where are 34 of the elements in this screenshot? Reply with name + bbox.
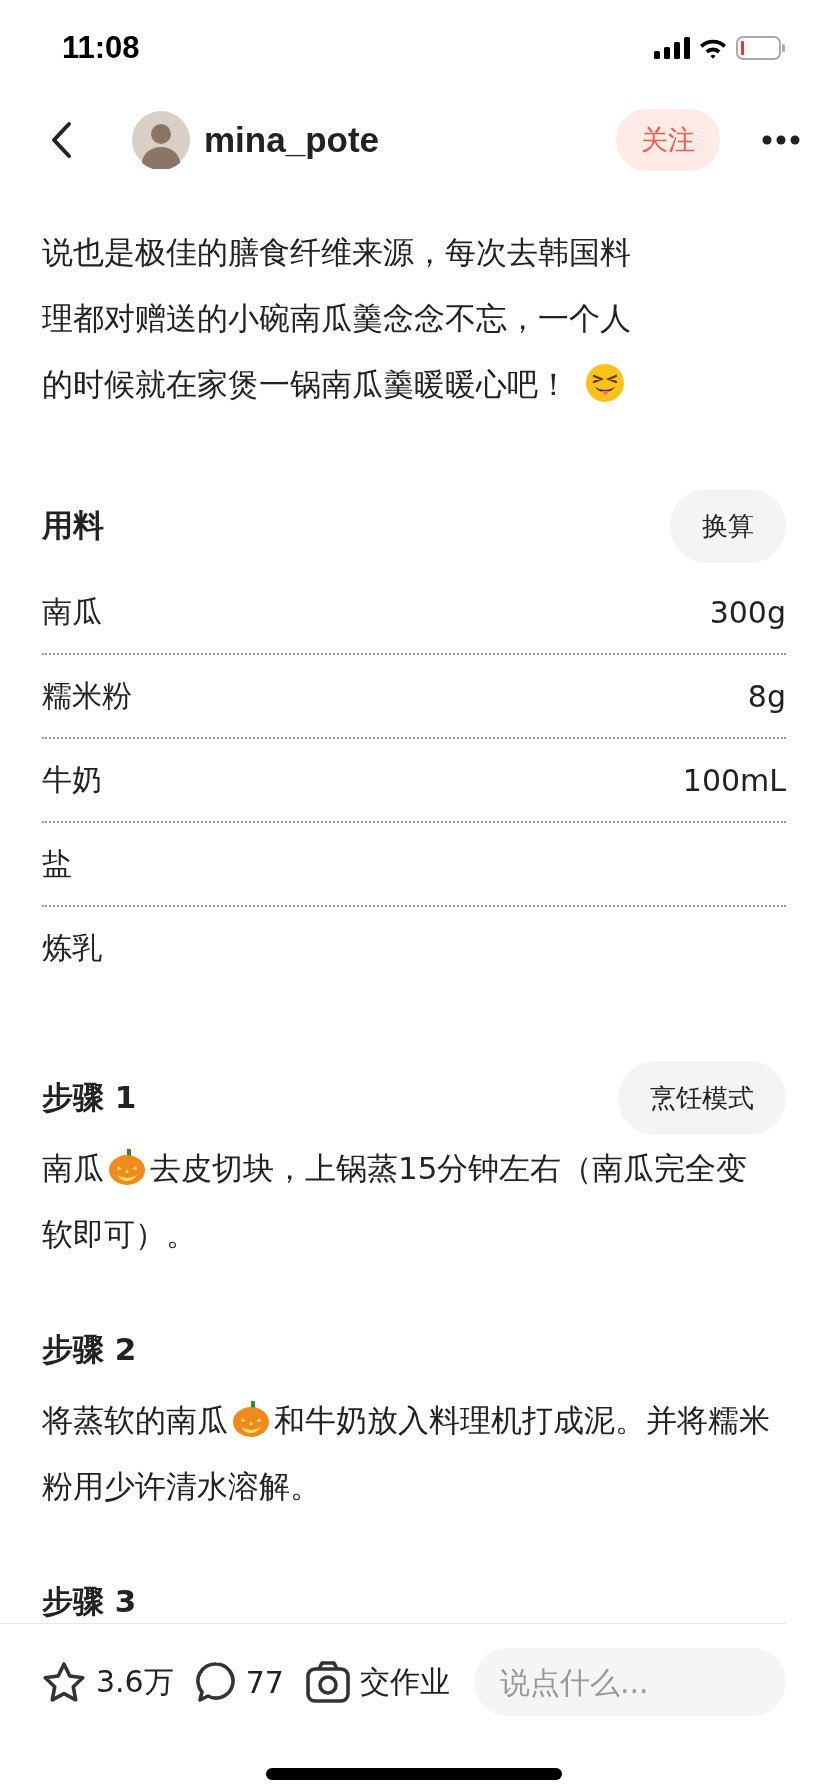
intro-paragraph: 说也是极佳的膳食纤维来源，每次去韩国料 理都对赠送的小碗南瓜羹念念不忘，一个人 的时候就在家煲一锅南瓜羹暖暖心吧！ xyxy=(42,233,632,405)
battery-icon xyxy=(736,35,786,60)
status-time: 11:08 xyxy=(62,29,140,66)
ingredient-amount: 100mL xyxy=(682,762,786,798)
more-icon[interactable] xyxy=(762,135,800,145)
star-icon[interactable] xyxy=(42,1661,86,1703)
convert-button[interactable]: 换算 xyxy=(670,489,786,563)
comment-icon[interactable] xyxy=(195,1661,236,1703)
step-text: 将蒸软的南瓜 和牛奶放入料理机打成泥。并将糯米粉用少许清水溶解。 xyxy=(42,1387,786,1519)
pumpkin-icon xyxy=(107,1147,147,1187)
avatar[interactable] xyxy=(132,111,190,169)
back-icon[interactable] xyxy=(50,121,72,159)
step-title: 步骤 3 xyxy=(42,1582,137,1621)
comments-count: 77 xyxy=(245,1664,284,1700)
ingredient-amount: 8g xyxy=(747,678,786,714)
ingredient-name: 盐 xyxy=(42,844,72,883)
homework-label[interactable]: 交作业 xyxy=(359,1661,450,1703)
favorites-count: 3.6万 xyxy=(96,1662,174,1701)
ingredient-name: 炼乳 xyxy=(42,928,102,967)
step-title: 步骤 1 xyxy=(42,1078,137,1117)
cooking-mode-button[interactable]: 烹饪模式 xyxy=(618,1061,786,1135)
pumpkin-icon xyxy=(231,1399,271,1439)
ingredient-name: 牛奶 xyxy=(42,760,102,799)
step-text: 南瓜 去皮切块，上锅蒸15分钟左右（南瓜完全变软即可）。 xyxy=(42,1135,786,1267)
camera-icon[interactable] xyxy=(305,1661,350,1703)
ingredient-name: 南瓜 xyxy=(42,592,102,631)
ingredient-name: 糯米粉 xyxy=(42,676,132,715)
step-title: 步骤 2 xyxy=(42,1330,137,1369)
ingredient-amount: 300g xyxy=(709,594,786,630)
signal-icon xyxy=(654,36,690,59)
laughing-face-icon xyxy=(585,363,625,403)
username[interactable]: mina_pote xyxy=(204,120,380,160)
ingredients-title: 用料 xyxy=(42,506,104,545)
comment-field[interactable]: 说点什么... xyxy=(473,1648,786,1716)
